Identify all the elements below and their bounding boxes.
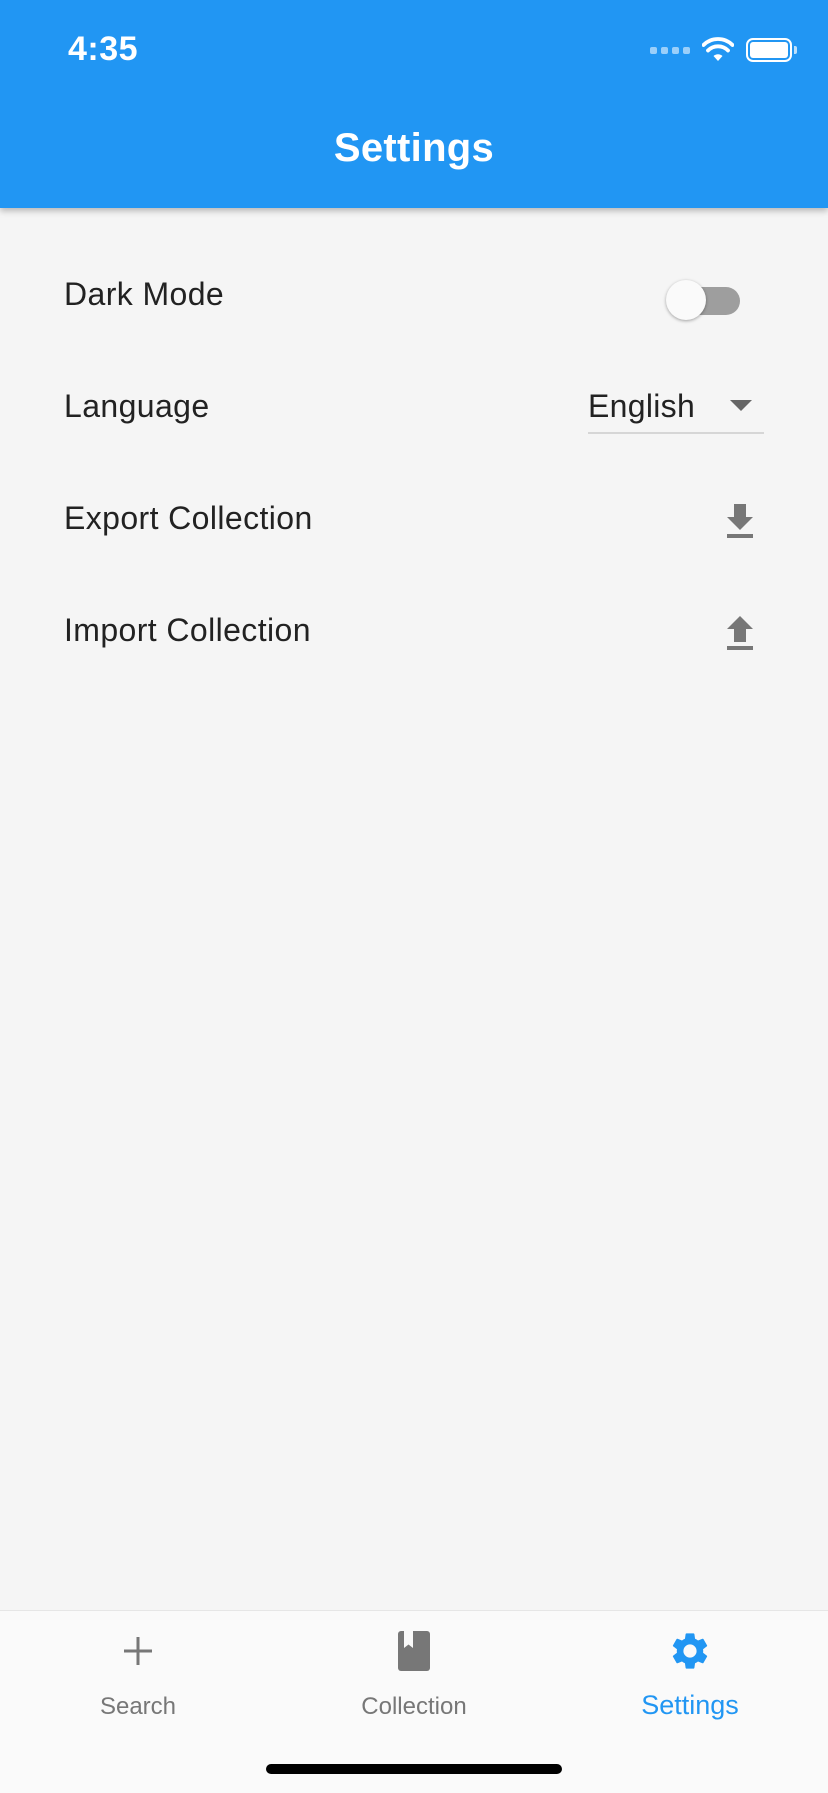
home-indicator xyxy=(266,1764,562,1774)
export-collection-row[interactable]: Export Collection xyxy=(0,464,828,576)
upload-icon[interactable] xyxy=(718,610,762,654)
toggle-thumb xyxy=(666,280,706,320)
language-label: Language xyxy=(64,388,210,424)
language-dropdown[interactable]: English xyxy=(588,378,764,434)
battery-full-icon xyxy=(746,38,797,62)
dark-mode-toggle[interactable] xyxy=(666,280,740,320)
book-icon xyxy=(392,1629,436,1673)
page-title: Settings xyxy=(333,126,495,170)
signal-dots-icon xyxy=(650,46,690,54)
nav-label-search: Search xyxy=(99,1693,177,1720)
app-bar: 4:35 Settings xyxy=(0,0,828,208)
status-icons xyxy=(650,36,797,64)
export-collection-label: Export Collection xyxy=(64,500,313,536)
language-row: Language English xyxy=(0,352,828,464)
nav-item-settings[interactable]: Settings xyxy=(552,1611,828,1731)
dropdown-arrow-icon xyxy=(730,400,752,411)
nav-label-settings: Settings xyxy=(641,1690,739,1720)
nav-item-search[interactable]: Search xyxy=(0,1611,276,1731)
dark-mode-label: Dark Mode xyxy=(64,276,225,312)
settings-screen: 4:35 Settings Dark Mode Language English… xyxy=(0,0,828,1793)
language-selected-value: English xyxy=(588,388,696,424)
status-time: 4:35 xyxy=(68,30,139,68)
settings-list: Dark Mode Language English Export Collec… xyxy=(0,240,828,688)
gear-icon xyxy=(668,1629,712,1673)
download-icon[interactable] xyxy=(718,498,762,542)
import-collection-label: Import Collection xyxy=(64,612,311,648)
nav-item-collection[interactable]: Collection xyxy=(276,1611,552,1731)
dark-mode-row: Dark Mode xyxy=(0,240,828,352)
wifi-icon xyxy=(702,37,734,63)
import-collection-row[interactable]: Import Collection xyxy=(0,576,828,688)
nav-label-collection: Collection xyxy=(361,1693,467,1720)
add-icon xyxy=(116,1629,160,1673)
